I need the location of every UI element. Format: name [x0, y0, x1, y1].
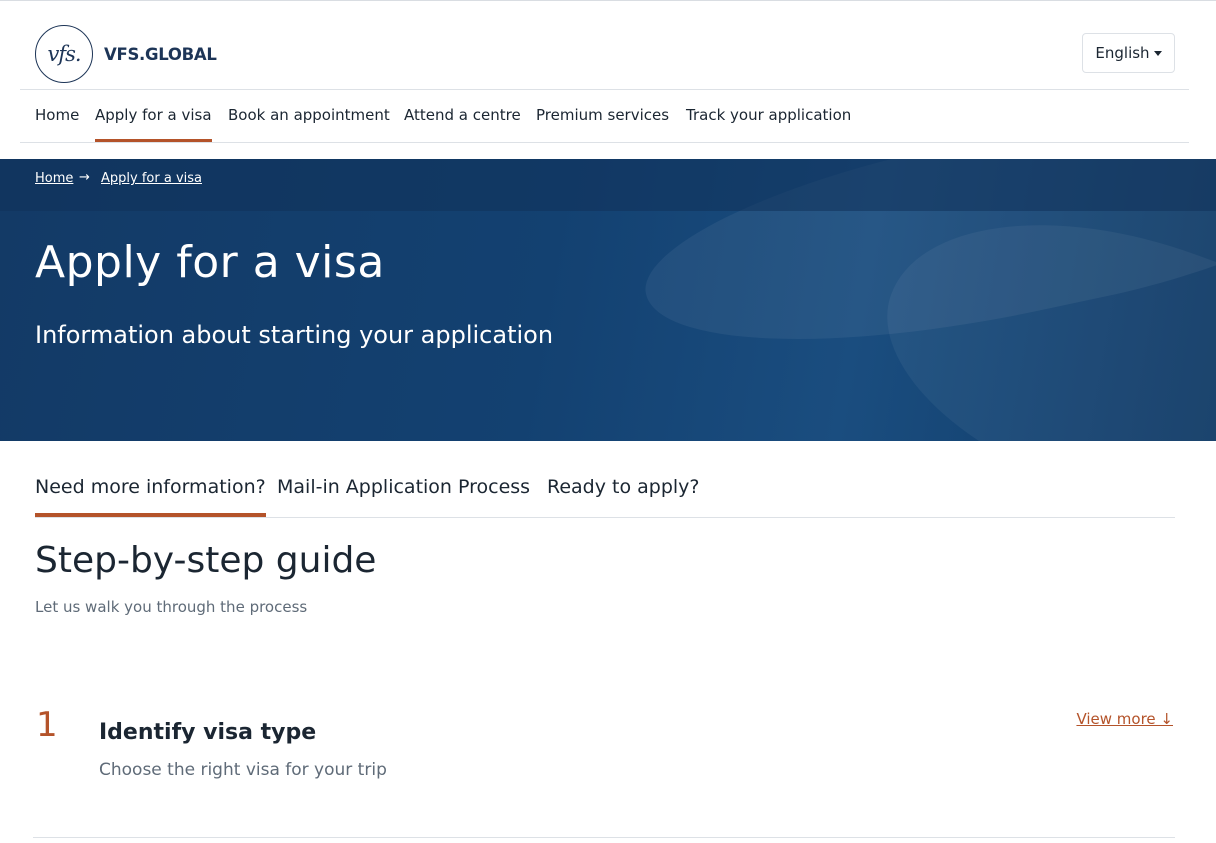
- language-dropdown[interactable]: English: [1082, 33, 1175, 73]
- step-title: Identify visa type: [99, 720, 317, 745]
- view-more-link[interactable]: View more ↓: [1076, 710, 1173, 728]
- step-number: 1: [36, 705, 58, 745]
- guide-subtitle: Let us walk you through the process: [35, 598, 308, 616]
- vfs-global-logo[interactable]: vfs. VFS.GLOBAL: [35, 25, 217, 83]
- tab-need-more-information[interactable]: Need more information?: [35, 469, 266, 517]
- guide-title: Step-by-step guide: [35, 540, 377, 581]
- breadcrumb-home-link[interactable]: Home: [35, 171, 73, 186]
- caret-down-icon: [1153, 50, 1162, 56]
- nav-item-apply-for-a-visa[interactable]: Apply for a visa: [95, 90, 212, 142]
- content-tabs: Need more information? Mail-in Applicati…: [35, 469, 1175, 518]
- main-nav: Home Apply for a visa Book an appointmen…: [20, 90, 1189, 143]
- logo-mark-icon: vfs.: [35, 25, 93, 83]
- page-subtitle: Information about starting your applicat…: [35, 321, 554, 349]
- nav-item-attend-a-centre[interactable]: Attend a centre: [404, 90, 521, 142]
- logo-text: VFS.GLOBAL: [104, 44, 217, 64]
- nav-item-premium-services[interactable]: Premium services: [536, 90, 669, 142]
- nav-item-track-your-application[interactable]: Track your application: [686, 90, 851, 142]
- nav-item-book-an-appointment[interactable]: Book an appointment: [228, 90, 390, 142]
- breadcrumb: Home → Apply for a visa: [0, 159, 1216, 211]
- step-description: Choose the right visa for your trip: [99, 760, 387, 780]
- nav-item-home[interactable]: Home: [35, 90, 79, 142]
- tab-ready-to-apply[interactable]: Ready to apply?: [547, 469, 700, 517]
- site-header: vfs. VFS.GLOBAL English: [20, 1, 1189, 90]
- hero-banner: Home → Apply for a visa Apply for a visa…: [0, 159, 1216, 441]
- breadcrumb-apply-link[interactable]: Apply for a visa: [101, 171, 202, 186]
- arrow-right-icon: →: [79, 170, 90, 185]
- page-title: Apply for a visa: [35, 237, 385, 288]
- step-item: 1 Identify visa type Choose the right vi…: [33, 700, 1175, 838]
- language-label: English: [1095, 44, 1150, 62]
- tab-mail-in-application-process[interactable]: Mail-in Application Process: [277, 469, 530, 517]
